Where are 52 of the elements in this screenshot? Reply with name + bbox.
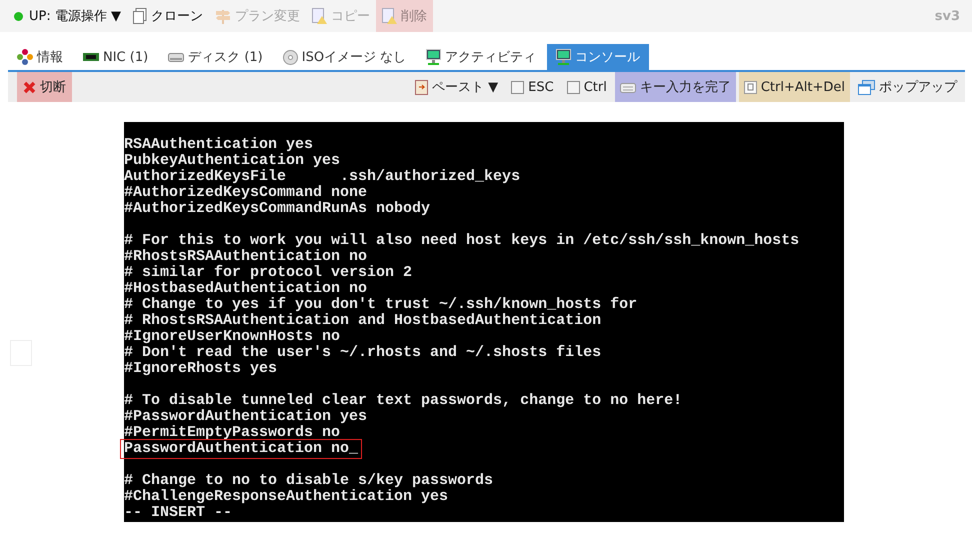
toolbar-button[interactable]: クローン [127, 0, 209, 32]
tab[interactable]: ディスク (1) [159, 44, 272, 70]
key-icon [744, 80, 757, 94]
network-card-icon [83, 51, 99, 63]
disc-icon [282, 50, 298, 64]
tab[interactable]: アクティビティ [417, 44, 546, 70]
tab[interactable]: 情報 [8, 44, 72, 70]
console-line: #RhostsRSAAuthentication no [124, 249, 368, 265]
finish-input-button[interactable]: キー入力を完了 [614, 72, 736, 102]
console-line: PasswordAuthentication no_ [122, 441, 360, 457]
flower-icon [17, 49, 33, 65]
windows-icon [858, 80, 875, 94]
console-line: AuthorizedKeysFile .ssh/authorized_keys [124, 169, 522, 185]
server-name: sv3 [934, 8, 960, 24]
clipboard-icon [415, 79, 428, 95]
paste-menu[interactable]: ペースト ▼ [410, 72, 504, 102]
console-line: #HostbasedAuthentication no [124, 281, 368, 297]
console-line: # similar for protocol version 2 [124, 265, 414, 281]
signpost-icon [215, 8, 231, 24]
close-icon [23, 80, 36, 94]
ctrl-alt-del-button[interactable]: Ctrl+Alt+Del [738, 72, 850, 102]
console-line: #AuthorizedKeysCommand none [124, 185, 368, 201]
console-line: PubkeyAuthentication yes [124, 153, 342, 169]
popup-button[interactable]: ポップアップ [853, 72, 962, 102]
power-menu[interactable]: UP: 電源操作 ▼ [14, 0, 127, 32]
console-line: RSAAuthentication yes [124, 137, 314, 153]
tab[interactable]: NIC (1) [74, 44, 158, 70]
document-icon [133, 8, 147, 24]
console-line: #PermitEmptyPasswords no [124, 425, 342, 441]
console-line: #PasswordAuthentication yes [124, 409, 368, 425]
console-line: # For this to work you will also need host keys in /etc/ssh/ssh_known_hosts [124, 233, 800, 249]
console-line: #ChallengeResponseAuthentication yes [124, 489, 450, 505]
disconnect-button[interactable]: 切断 [17, 72, 72, 102]
monitor-icon [426, 49, 442, 65]
checkbox[interactable]: ESC [506, 72, 559, 102]
console-line: #IgnoreRhosts yes [124, 361, 278, 377]
drive-icon [168, 51, 184, 63]
console-line: # Change to no to disable s/key passwords [124, 473, 494, 489]
keyboard-icon [620, 81, 636, 93]
monitor-icon [556, 49, 572, 65]
checkbox[interactable]: Ctrl [562, 72, 612, 102]
console-line: #AuthorizedKeysCommandRunAs nobody [124, 201, 432, 217]
console-line: -- INSERT -- [124, 505, 234, 521]
tab[interactable]: コンソール [547, 44, 650, 70]
console-line: # Don't read the user's ~/.rhosts and ~/.shosts files [124, 345, 602, 361]
console-line: # To disable tunneled clear text passwords, change to no here! [124, 393, 684, 409]
tab[interactable]: ISOイメージ なし [274, 44, 416, 70]
console-line: # RhostsRSAAuthentication and HostbasedAuthentication [124, 313, 602, 329]
console-line: #IgnoreUserKnownHosts no [124, 329, 342, 345]
warning-document-icon [382, 8, 397, 24]
warning-document-icon [312, 8, 327, 24]
console-line: # Change to yes if you don't trust ~/.ssh/known_hosts for [124, 297, 638, 313]
